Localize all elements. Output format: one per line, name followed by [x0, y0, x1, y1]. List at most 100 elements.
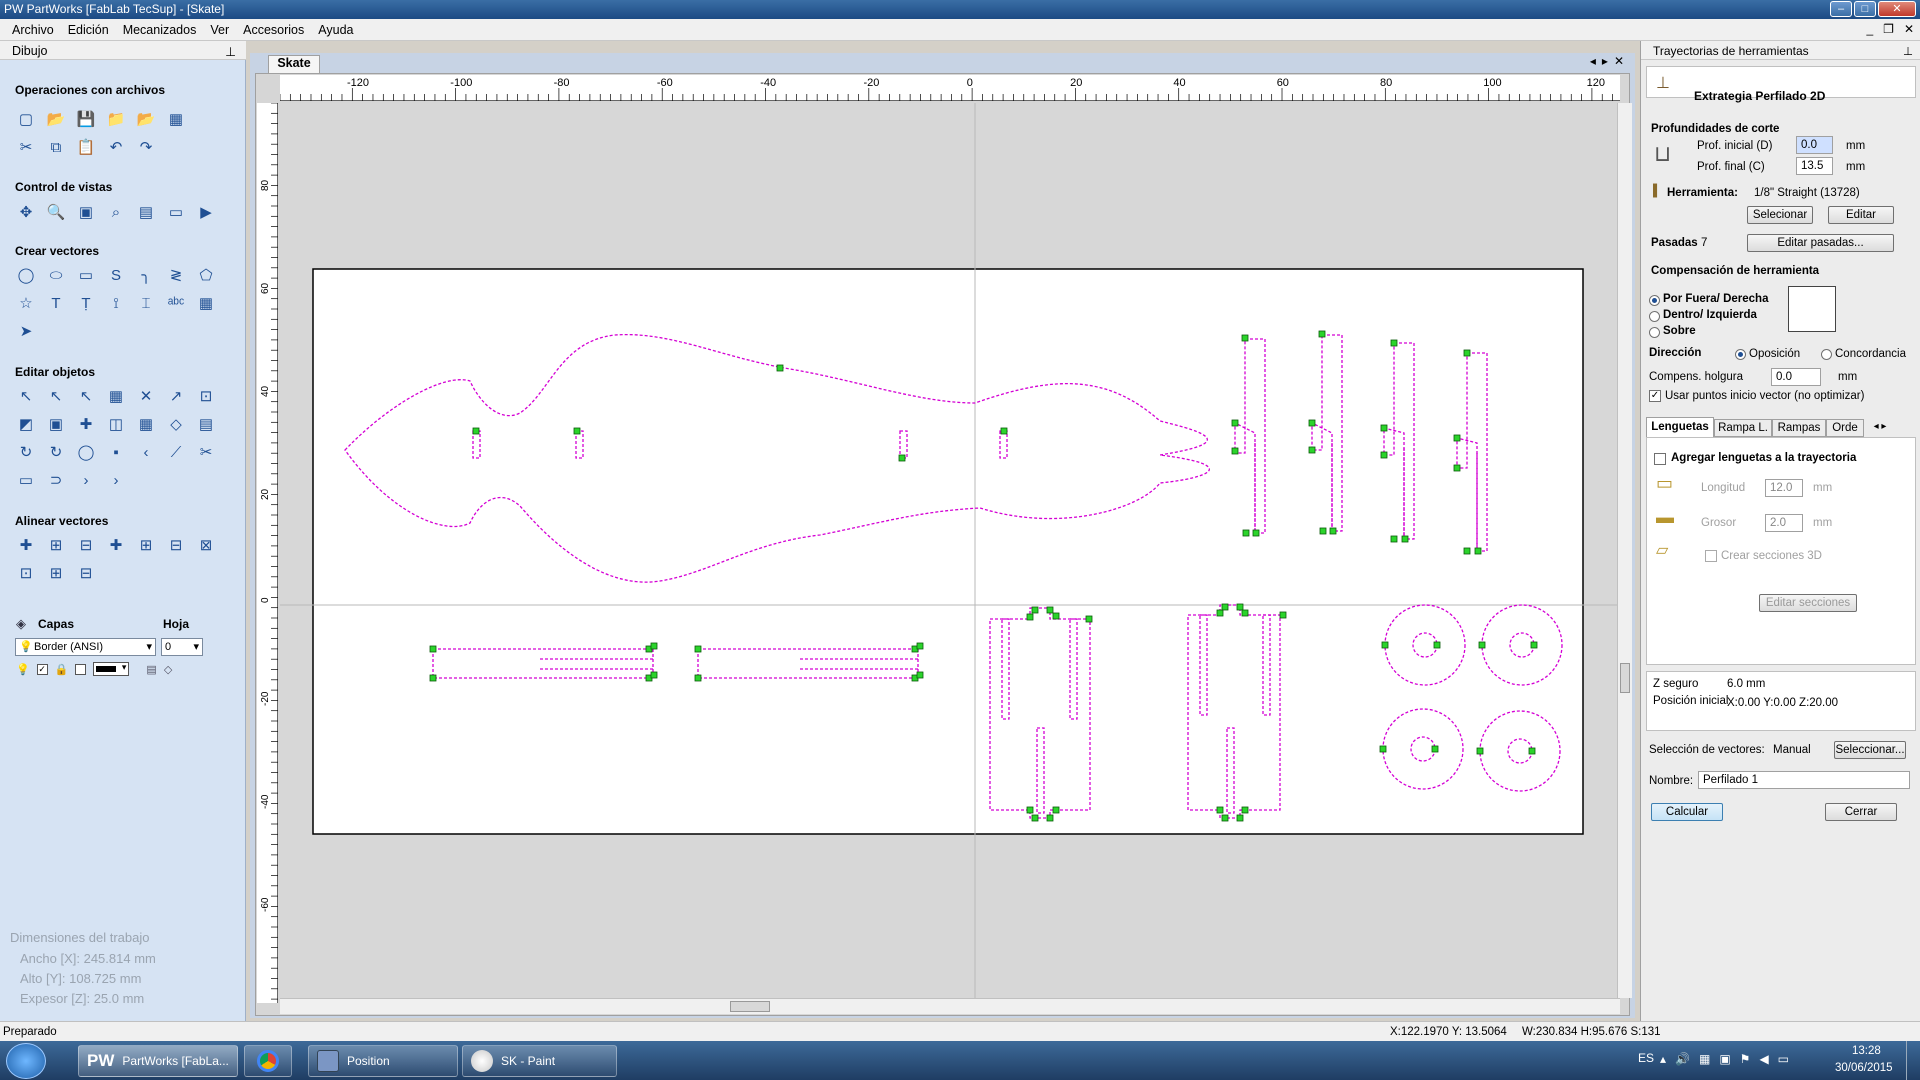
align-vector-10-icon[interactable]: ⊟	[76, 563, 96, 583]
file-op-1-icon[interactable]: ▢	[16, 109, 36, 129]
menu-ayuda[interactable]: Ayuda	[311, 23, 360, 37]
start-depth-input[interactable]: 0.0	[1796, 136, 1833, 154]
edit-object-16-icon[interactable]: ↻	[46, 442, 66, 462]
tab-skate[interactable]: Skate	[268, 55, 320, 73]
edit-tool-button[interactable]: Editar	[1828, 206, 1894, 224]
tab-length-input[interactable]: 12.0	[1765, 479, 1803, 497]
pin-icon[interactable]: ⊥	[1903, 44, 1913, 58]
align-vector-1-icon[interactable]: ✚	[16, 535, 36, 555]
lock-icon[interactable]: 🔒	[55, 663, 69, 676]
edit-object-1-icon[interactable]: ↖	[16, 386, 36, 406]
edit-object-12-icon[interactable]: ▦	[136, 414, 156, 434]
create-vector-1-icon[interactable]: ◯	[16, 265, 36, 285]
edit-object-2-icon[interactable]: ↖	[46, 386, 66, 406]
close-panel-button[interactable]: Cerrar	[1825, 803, 1897, 821]
menu-mecanizados[interactable]: Mecanizados	[116, 23, 204, 37]
menu-ver[interactable]: Ver	[203, 23, 236, 37]
show-desktop-button[interactable]	[1906, 1041, 1920, 1080]
align-vector-4-icon[interactable]: ✚	[106, 535, 126, 555]
radio-inside[interactable]	[1649, 311, 1660, 322]
create-vector-15-icon[interactable]: ➤	[16, 321, 36, 341]
layer-eraser-icon[interactable]: ◇	[164, 663, 172, 676]
sheet-select[interactable]: 0 ▾	[161, 638, 203, 656]
edit-object-4-icon[interactable]: ▦	[106, 386, 126, 406]
edit-object-8-icon[interactable]: ◩	[16, 414, 36, 434]
edit-object-7-icon[interactable]: ⊡	[196, 386, 216, 406]
align-vector-6-icon[interactable]: ⊟	[166, 535, 186, 555]
layer-checkbox[interactable]	[75, 663, 87, 675]
edit-object-20-icon[interactable]: ⟋	[166, 442, 186, 462]
view-ctrl-2-icon[interactable]: 🔍	[46, 202, 66, 222]
create-vector-4-icon[interactable]: S	[106, 265, 126, 285]
maximize-button[interactable]: □	[1854, 1, 1876, 17]
edit-object-14-icon[interactable]: ▤	[196, 414, 216, 434]
mdi-minimize-icon[interactable]: _	[1866, 22, 1873, 36]
edit-object-19-icon[interactable]: ‹	[136, 442, 156, 462]
edit-object-22-icon[interactable]: ▭	[16, 470, 36, 490]
align-vector-7-icon[interactable]: ⊠	[196, 535, 216, 555]
file-op-2-icon[interactable]: 📂	[46, 109, 66, 129]
edit-object-23-icon[interactable]: ⊃	[46, 470, 66, 490]
file-op-11-icon[interactable]: ↷	[136, 137, 156, 157]
speaker-icon[interactable]: ◀	[1759, 1052, 1768, 1066]
tab-rampas[interactable]: Rampas	[1772, 419, 1826, 437]
language-indicator[interactable]: ES	[1638, 1051, 1654, 1065]
visible-checkbox[interactable]: ✓	[36, 663, 48, 675]
file-op-8-icon[interactable]: ⧉	[46, 137, 66, 157]
edit-object-24-icon[interactable]: ›	[76, 470, 96, 490]
create-vector-9-icon[interactable]: T	[46, 293, 66, 313]
view-ctrl-3-icon[interactable]: ▣	[76, 202, 96, 222]
file-op-10-icon[interactable]: ↶	[106, 137, 126, 157]
menu-archivo[interactable]: Archivo	[5, 23, 61, 37]
edit-object-6-icon[interactable]: ↗	[166, 386, 186, 406]
add-tabs-checkbox[interactable]	[1654, 453, 1666, 465]
edit-object-3-icon[interactable]: ↖	[76, 386, 96, 406]
edit-object-18-icon[interactable]: ▪	[106, 442, 126, 462]
layer-properties-icon[interactable]: ▤	[146, 663, 156, 676]
file-op-6-icon[interactable]: ▦	[166, 109, 186, 129]
use-start-points-checkbox[interactable]: ✓	[1649, 390, 1661, 402]
file-op-9-icon[interactable]: 📋	[76, 137, 96, 157]
edit-object-11-icon[interactable]: ◫	[106, 414, 126, 434]
radio-outside[interactable]	[1649, 295, 1660, 306]
edit-object-21-icon[interactable]: ✂	[196, 442, 216, 462]
tray-arrow-icon[interactable]: ▴	[1660, 1052, 1666, 1066]
file-op-4-icon[interactable]: 📁	[106, 109, 126, 129]
tab-lenguetas[interactable]: Lenguetas	[1646, 417, 1714, 437]
toolpath-name-input[interactable]: Perfilado 1	[1698, 771, 1910, 789]
end-depth-input[interactable]: 13.5	[1796, 157, 1833, 175]
network-icon[interactable]: ▦	[1699, 1052, 1710, 1066]
tab-scroll-arrows[interactable]: ◂ ▸	[1864, 419, 1896, 437]
edit-object-13-icon[interactable]: ◇	[166, 414, 186, 434]
taskbar-position[interactable]: Position	[308, 1045, 458, 1077]
edit-object-25-icon[interactable]: ›	[106, 470, 126, 490]
radio-on[interactable]	[1649, 327, 1660, 338]
display-icon[interactable]: ▭	[1778, 1052, 1789, 1066]
start-button[interactable]	[6, 1043, 46, 1079]
taskbar-paint[interactable]: SK - Paint	[462, 1045, 617, 1077]
align-vector-8-icon[interactable]: ⊡	[16, 563, 36, 583]
tab-nav-controls[interactable]: ◂▸✕	[1590, 54, 1630, 68]
view-ctrl-6-icon[interactable]: ▭	[166, 202, 186, 222]
horizontal-scrollbar[interactable]	[280, 998, 1620, 1014]
create-vector-11-icon[interactable]: ⟟	[106, 293, 126, 313]
view-ctrl-1-icon[interactable]: ✥	[16, 202, 36, 222]
color-select[interactable]: ▾	[93, 662, 130, 676]
select-tool-button[interactable]: Selecionar	[1747, 206, 1813, 224]
menu-edicion[interactable]: Edición	[61, 23, 116, 37]
edit-object-15-icon[interactable]: ↻	[16, 442, 36, 462]
create-vector-12-icon[interactable]: ⌶	[136, 293, 156, 313]
edit-passes-button[interactable]: Editar pasadas...	[1747, 234, 1894, 252]
create-vector-8-icon[interactable]: ☆	[16, 293, 36, 313]
edit-object-10-icon[interactable]: ✚	[76, 414, 96, 434]
create-vector-5-icon[interactable]: ╮	[136, 265, 156, 285]
taskbar-partworks[interactable]: PW PartWorks [FabLa...	[78, 1045, 238, 1077]
tab-thickness-input[interactable]: 2.0	[1765, 514, 1803, 532]
layer-select[interactable]: 💡 Border (ANSI) ▾	[15, 638, 156, 656]
edit-sections-button[interactable]: Editar secciones	[1759, 594, 1857, 612]
file-op-7-icon[interactable]: ✂	[16, 137, 36, 157]
view-ctrl-4-icon[interactable]: ⌕	[106, 202, 126, 222]
hscroll-thumb[interactable]	[730, 1001, 770, 1012]
edit-object-17-icon[interactable]: ◯	[76, 442, 96, 462]
create-vector-2-icon[interactable]: ⬭	[46, 265, 66, 285]
